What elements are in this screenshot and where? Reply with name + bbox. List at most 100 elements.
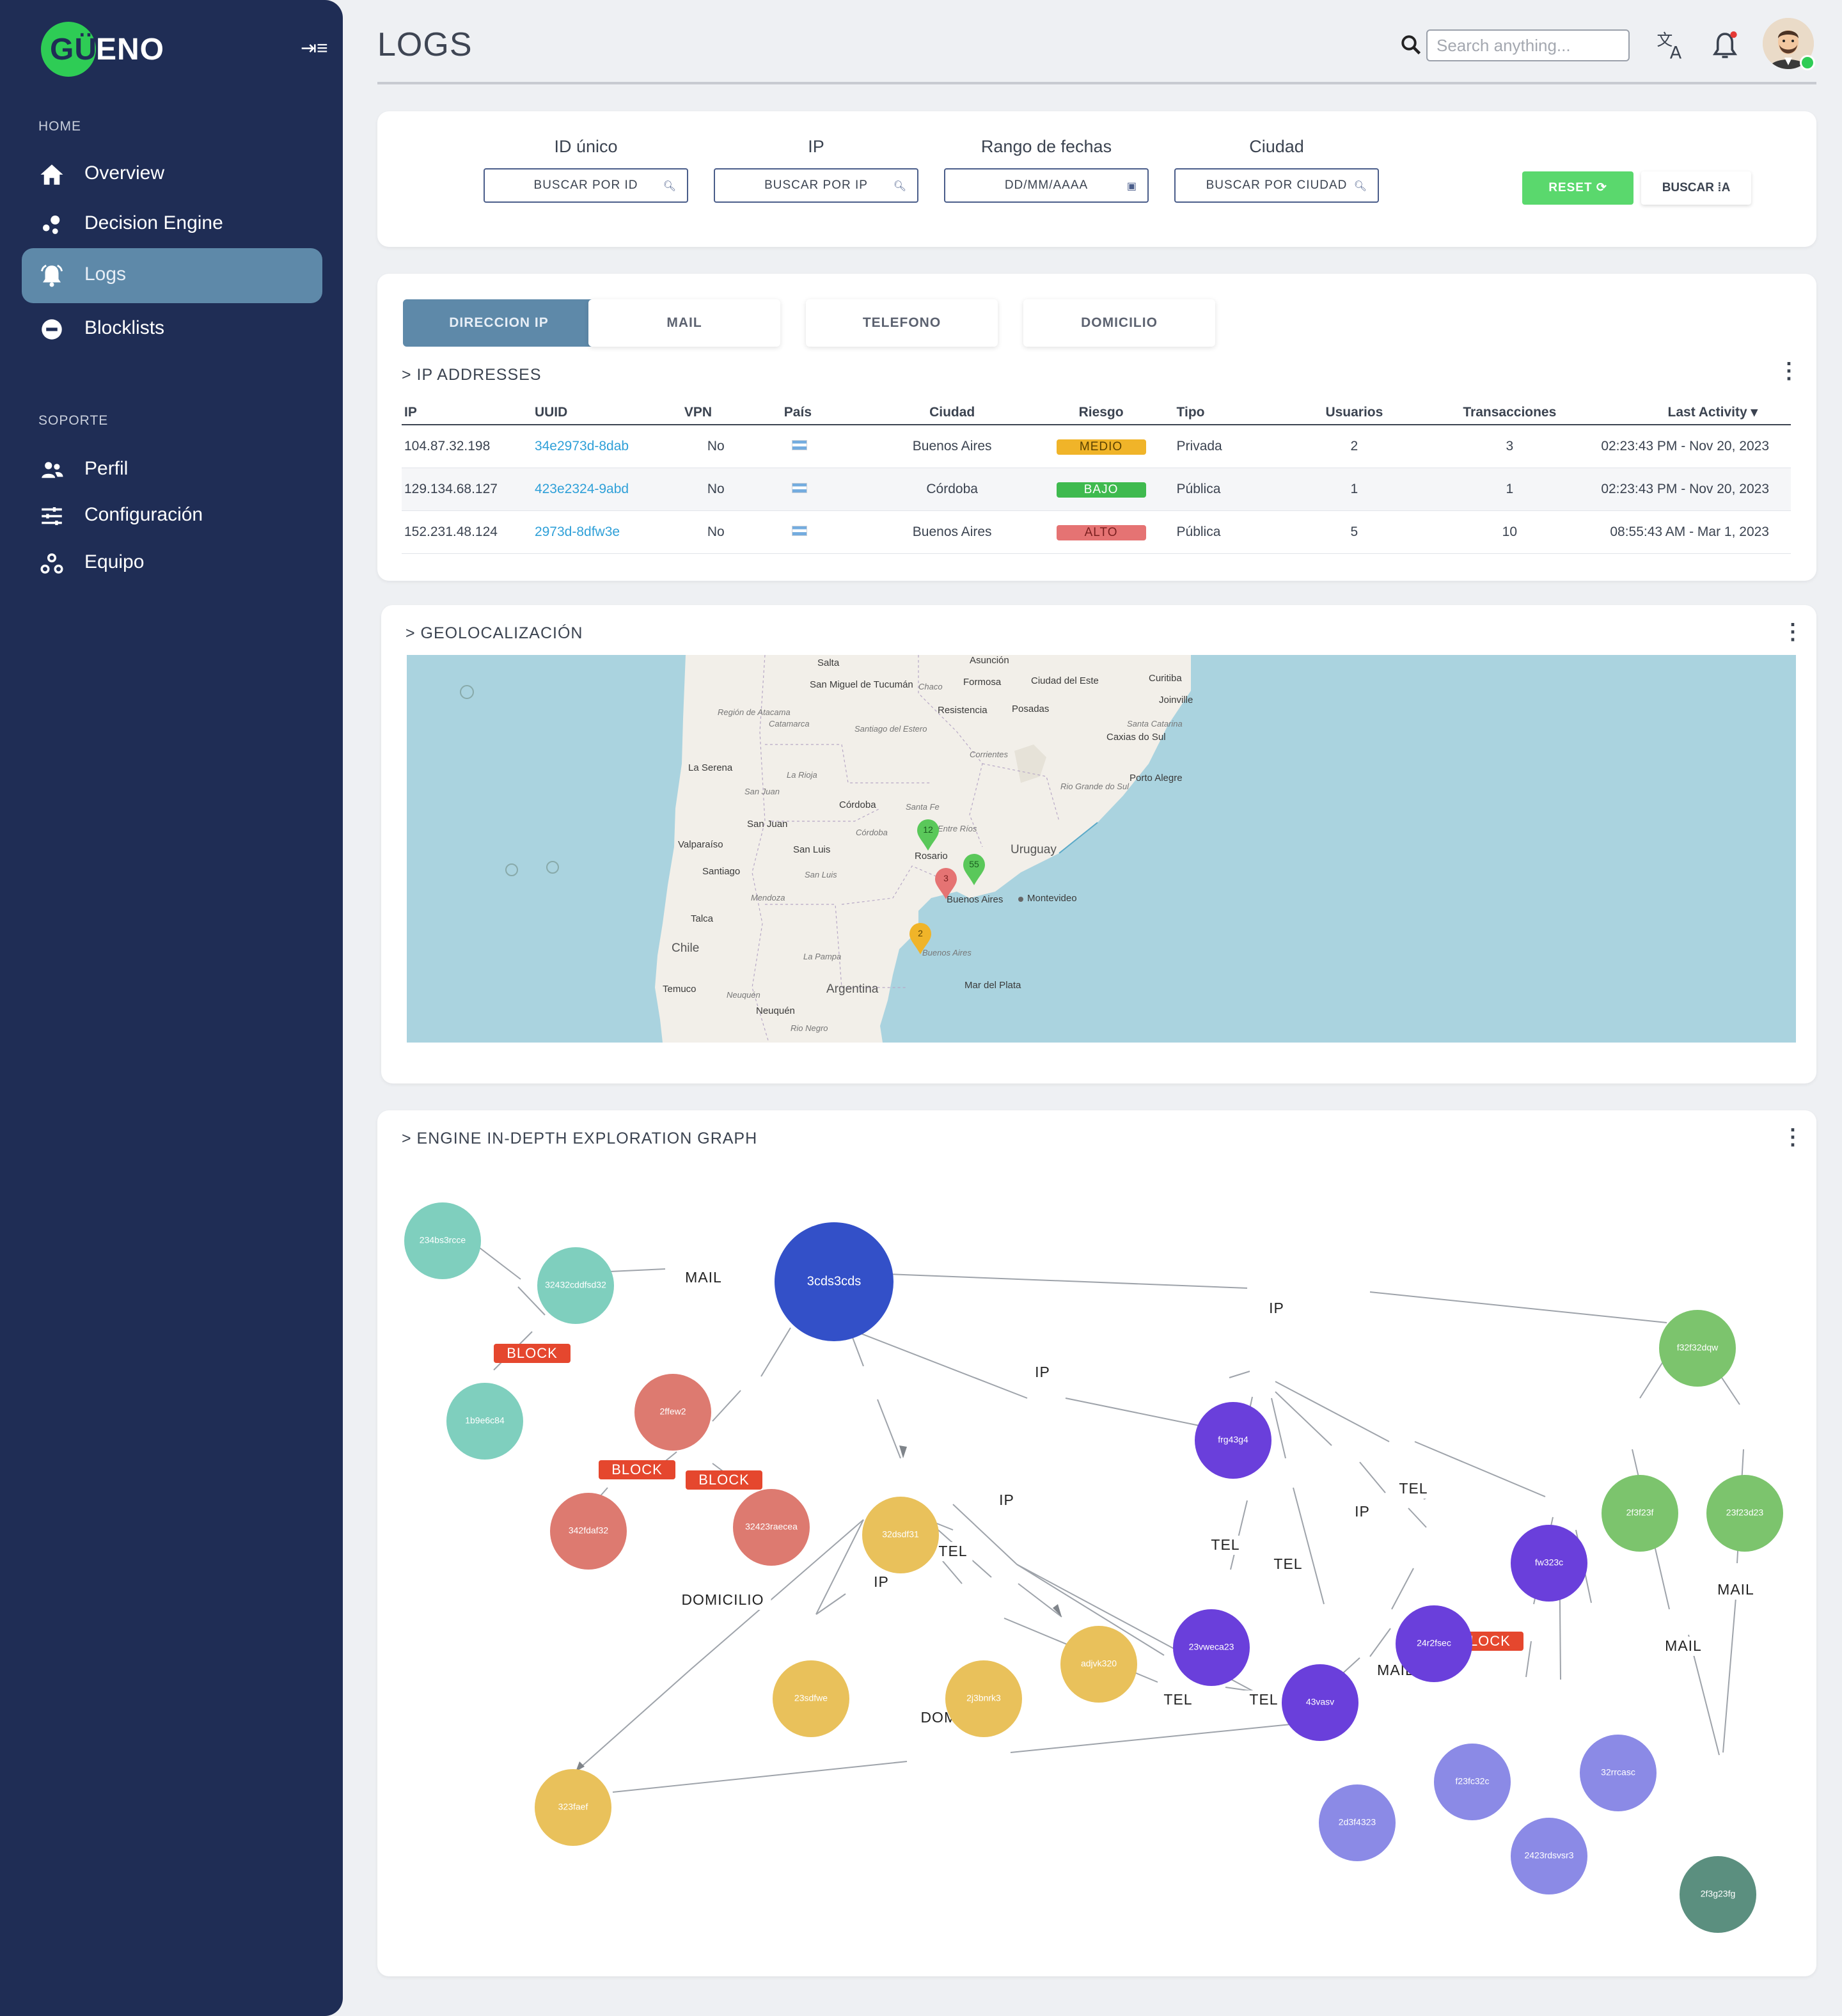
- map-marker-count: 55: [969, 859, 979, 869]
- graph-nodes[interactable]: 234bs3rcce 32432cddfsd32 3cds3cds 1b9e6c84 2…: [404, 1202, 1783, 1933]
- tab-direccion-ip[interactable]: DIRECCION IP: [403, 299, 595, 347]
- edge-label: IP: [1269, 1300, 1284, 1316]
- graph-node[interactable]: 23f23d23: [1706, 1475, 1783, 1552]
- col-ciudad[interactable]: Ciudad: [876, 399, 1028, 425]
- uuid-link[interactable]: 2973d-8dfw3e: [535, 524, 620, 539]
- graph-node[interactable]: 32432cddfsd32: [537, 1247, 614, 1324]
- map-marker[interactable]: 2: [908, 922, 933, 954]
- table-row[interactable]: 104.87.32.198 34e2973d-8dab No Buenos Ai…: [402, 425, 1791, 468]
- ciudad-search-input[interactable]: BUSCAR POR CIUDAD 🔍︎: [1174, 168, 1379, 203]
- graph-node[interactable]: 32rrcasc: [1580, 1735, 1657, 1811]
- graph-node-label: 3cds3cds: [807, 1274, 862, 1288]
- map-place: Porto Alegre: [1130, 773, 1183, 784]
- sidebar-item-logs[interactable]: Logs: [22, 248, 322, 303]
- map-place: Mar del Plata: [964, 980, 1021, 991]
- sidebar-item-decision-engine[interactable]: Decision Engine: [22, 197, 322, 252]
- cell-uuid[interactable]: 2973d-8dfw3e: [531, 510, 682, 554]
- tab-mail[interactable]: MAIL: [588, 299, 780, 347]
- graph-node[interactable]: f32f32dqw: [1659, 1310, 1736, 1387]
- graph-node-label: 23vweca23: [1189, 1642, 1234, 1652]
- cell-transacciones: 1: [1421, 468, 1599, 511]
- col-vpn[interactable]: VPN: [681, 399, 782, 425]
- graph-node[interactable]: 2d3f4323: [1319, 1784, 1396, 1861]
- graph-node-label: 323faef: [558, 1802, 588, 1812]
- cell-ip: 129.134.68.127: [402, 468, 532, 511]
- map-place: San Juan: [744, 787, 780, 796]
- map-place: Catamarca: [769, 719, 810, 728]
- uuid-link[interactable]: 34e2973d-8dab: [535, 439, 629, 453]
- translate-icon[interactable]: 文A: [1654, 28, 1688, 63]
- uuid-link[interactable]: 423e2324-9abd: [535, 482, 629, 496]
- sidebar-item-overview[interactable]: Overview: [22, 147, 322, 202]
- graph-node[interactable]: 32dsdf31: [862, 1497, 939, 1573]
- col-transacciones[interactable]: Transacciones: [1421, 399, 1599, 425]
- graph-node[interactable]: 2f3g23fg: [1680, 1856, 1756, 1933]
- sidebar-item-blocklists[interactable]: Blocklists: [22, 302, 322, 357]
- col-riesgo[interactable]: Riesgo: [1028, 399, 1174, 425]
- graph-node[interactable]: 2ffew2: [634, 1374, 711, 1451]
- graph-node[interactable]: 1b9e6c84: [446, 1383, 523, 1460]
- col-usuarios[interactable]: Usuarios: [1287, 399, 1421, 425]
- graph-node[interactable]: 2j3bnrk3: [945, 1660, 1022, 1737]
- cell-riesgo: MEDIO: [1028, 425, 1174, 468]
- ip-search-input[interactable]: BUSCAR POR IP 🔍︎: [714, 168, 918, 203]
- exploration-graph[interactable]: MAIL IP IP BLOCK BLOCK BLOCK IP TEL IP DOMICILIO T…: [377, 1187, 1816, 1955]
- map-place: Córdoba: [839, 799, 876, 810]
- graph-node[interactable]: 342fdaf32: [550, 1493, 627, 1570]
- col-uuid[interactable]: UUID: [531, 399, 682, 425]
- col-ip[interactable]: IP: [402, 399, 532, 425]
- col-last-activity[interactable]: Last Activity ▾: [1598, 399, 1791, 425]
- filter-ip: IP BUSCAR POR IP 🔍︎: [714, 137, 918, 203]
- svg-text:A: A: [1670, 43, 1682, 63]
- graph-node[interactable]: adjvk320: [1060, 1626, 1137, 1703]
- cell-uuid[interactable]: 34e2973d-8dab: [531, 425, 682, 468]
- global-search-input[interactable]: [1426, 29, 1630, 61]
- map-view[interactable]: Salta San Miguel de Tucumán Asunción For…: [407, 655, 1796, 1043]
- ip-more-menu-icon[interactable]: ⋮: [1778, 358, 1800, 384]
- map-marker[interactable]: 12: [916, 819, 940, 851]
- col-tipo[interactable]: Tipo: [1174, 399, 1288, 425]
- search-icon[interactable]: [1399, 33, 1422, 56]
- graph-node[interactable]: 24r2fsec: [1396, 1605, 1472, 1682]
- edge-label: MAIL: [1717, 1581, 1754, 1598]
- geo-more-menu-icon[interactable]: ⋮: [1782, 619, 1804, 645]
- graph-node[interactable]: 23vweca23: [1173, 1609, 1250, 1686]
- graph-node[interactable]: 43vasv: [1282, 1664, 1358, 1741]
- sidebar-item-label: Equipo: [84, 551, 145, 572]
- graph-node[interactable]: f23fc32c: [1434, 1744, 1511, 1820]
- map-place: Rosario: [915, 851, 948, 862]
- map-marker[interactable]: 3: [934, 867, 958, 899]
- cell-usuarios: 2: [1287, 425, 1421, 468]
- tab-telefono[interactable]: TELEFONO: [806, 299, 998, 347]
- graph-node[interactable]: 323faef: [535, 1769, 611, 1846]
- map-place: Curitiba: [1149, 673, 1182, 684]
- risk-badge: MEDIO: [1056, 439, 1146, 455]
- edge-label: IP: [1035, 1364, 1050, 1380]
- map-marker[interactable]: 55: [962, 853, 986, 885]
- graph-node[interactable]: 23sdfwe: [773, 1660, 849, 1737]
- map-place: La Serena: [688, 762, 733, 773]
- graph-node-label: 342fdaf32: [569, 1525, 608, 1536]
- graph-node[interactable]: 32423raecea: [733, 1489, 810, 1566]
- id-search-input[interactable]: BUSCAR POR ID 🔍︎: [484, 168, 688, 203]
- collapse-sidebar-icon[interactable]: ⇥≡: [301, 37, 328, 59]
- buscar-button[interactable]: BUSCAR ⁞A: [1641, 171, 1751, 205]
- tab-domicilio[interactable]: DOMICILIO: [1023, 299, 1215, 347]
- sidebar-item-equipo[interactable]: Equipo: [22, 536, 322, 591]
- date-range-input[interactable]: DD/MM/AAAA ▣: [944, 168, 1149, 203]
- graph-node[interactable]: frg43g4: [1195, 1402, 1271, 1479]
- cell-uuid[interactable]: 423e2324-9abd: [531, 468, 682, 511]
- reset-button[interactable]: RESET ⟳: [1522, 171, 1633, 205]
- table-row[interactable]: 152.231.48.124 2973d-8dfw3e No Buenos Ai…: [402, 510, 1791, 554]
- col-pais[interactable]: País: [781, 399, 876, 425]
- graph-node[interactable]: fw323c: [1511, 1525, 1587, 1602]
- graph-node[interactable]: 2f3f23f: [1602, 1475, 1678, 1552]
- table-row[interactable]: 129.134.68.127 423e2324-9abd No Córdoba …: [402, 468, 1791, 511]
- graph-node[interactable]: 3cds3cds: [775, 1222, 893, 1341]
- graph-more-menu-icon[interactable]: ⋮: [1782, 1124, 1804, 1150]
- title-divider: [377, 82, 1816, 84]
- notification-bell-icon[interactable]: [1708, 28, 1742, 63]
- graph-node[interactable]: 234bs3rcce: [404, 1202, 481, 1279]
- cell-last-activity: 02:23:43 PM - Nov 20, 2023: [1598, 425, 1791, 468]
- graph-node[interactable]: 2423rdsvsr3: [1511, 1818, 1587, 1894]
